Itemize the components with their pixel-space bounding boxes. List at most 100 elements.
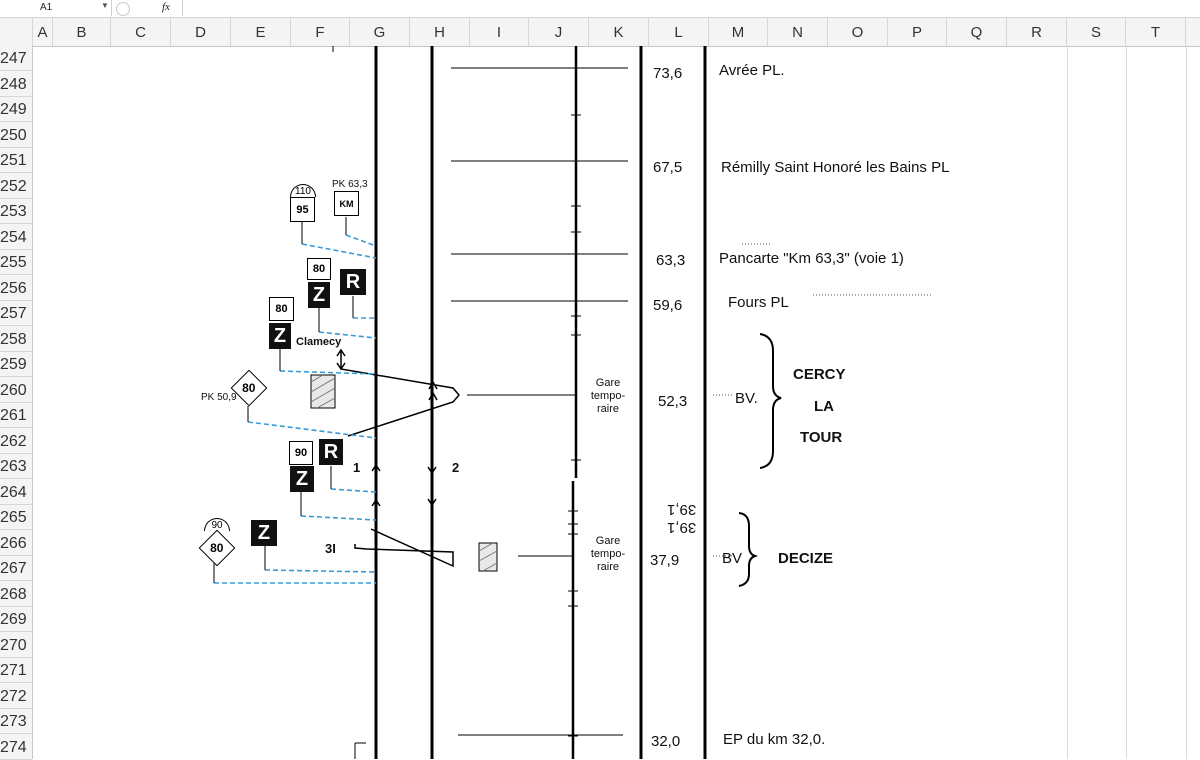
column-header[interactable]: S — [1067, 18, 1126, 46]
row-header[interactable]: 253 — [0, 199, 32, 224]
column-header[interactable]: B — [53, 18, 111, 46]
z-board-d-label: Z — [257, 521, 271, 544]
row-header[interactable]: 261 — [0, 403, 32, 428]
chevron-down-icon[interactable]: ▼ — [101, 1, 109, 10]
column-header[interactable]: E — [231, 18, 291, 46]
speed-diamond-80-b-label: 80 — [210, 540, 224, 555]
row-header[interactable]: 249 — [0, 97, 32, 122]
track-3i-label: 3I — [325, 541, 336, 556]
sheet-grid[interactable]: 110 95 PK 63,3 KM 80 Z R 80 Z Clamecy PK… — [33, 46, 1200, 759]
gare-line: Gare — [595, 377, 621, 389]
column-header[interactable]: P — [888, 18, 947, 46]
gare-line: Gare — [595, 535, 621, 547]
column-header[interactable]: G — [350, 18, 410, 46]
km-mark: 59,6 — [653, 297, 683, 314]
z-board-a: Z — [308, 282, 330, 308]
km-mark: 32,0 — [651, 733, 681, 750]
column-header[interactable]: Q — [947, 18, 1007, 46]
speed-board-80-a-label: 80 — [312, 263, 326, 275]
column-header-bar: A B C D E F G H I J K L M N O P Q R S T — [0, 18, 1200, 47]
row-header[interactable]: 252 — [0, 174, 32, 199]
km-mark: 67,5 — [653, 159, 683, 176]
column-header[interactable]: T — [1126, 18, 1186, 46]
z-board-c-label: Z — [295, 467, 309, 490]
row-header[interactable]: 273 — [0, 709, 32, 734]
row-header[interactable]: 270 — [0, 633, 32, 658]
z-board-d: Z — [251, 520, 277, 546]
z-board-b-label: Z — [273, 324, 287, 347]
row-header[interactable]: 256 — [0, 276, 32, 301]
speed-board-80-b-label: 80 — [275, 303, 288, 315]
bv-label: BV — [722, 550, 743, 567]
speed-diamond-80-label: 80 — [242, 380, 256, 395]
speed-board-80-b: 80 — [269, 297, 294, 321]
row-header[interactable]: 259 — [0, 352, 32, 377]
km-mark: 52,3 — [658, 393, 688, 410]
row-header-bar: 247 248 249 250 251 252 253 254 255 256 … — [0, 46, 33, 760]
row-header[interactable]: 258 — [0, 327, 32, 352]
column-header[interactable]: A — [33, 18, 53, 46]
speed-board-90: 90 — [289, 441, 313, 465]
formula-input[interactable] — [182, 0, 1200, 16]
row-header[interactable]: 254 — [0, 225, 32, 250]
gare-temporaire-2: Gare tempo- raire — [586, 535, 630, 574]
z-board-c: Z — [290, 466, 314, 492]
r-board-b: R — [319, 439, 343, 465]
row-header[interactable]: 264 — [0, 480, 32, 505]
description: Pancarte "Km 63,3" (voie 1) — [719, 250, 904, 267]
pk-63-3-label: PK 63,3 — [332, 179, 368, 190]
column-header[interactable]: O — [828, 18, 888, 46]
column-header[interactable]: D — [171, 18, 231, 46]
column-header[interactable]: K — [589, 18, 649, 46]
gare-line: tempo- — [590, 548, 626, 560]
column-header[interactable]: H — [410, 18, 470, 46]
row-header[interactable]: 263 — [0, 454, 32, 479]
column-header[interactable]: J — [529, 18, 589, 46]
insert-function-icon[interactable]: fx — [162, 1, 170, 13]
gare-temporaire-1: Gare tempo- raire — [586, 377, 630, 416]
km-mark: 73,6 — [653, 65, 683, 82]
speed-board-80-a: 80 — [307, 258, 331, 280]
row-header[interactable]: 268 — [0, 582, 32, 607]
row-header[interactable]: 271 — [0, 658, 32, 683]
row-header[interactable]: 251 — [0, 148, 32, 173]
track-2-label: 2 — [452, 460, 460, 475]
description: EP du km 32,0. — [723, 731, 826, 748]
z-board-b: Z — [269, 323, 291, 349]
bv-label: BV. — [735, 390, 758, 407]
row-header[interactable]: 257 — [0, 301, 32, 326]
z-board-a-label: Z — [312, 283, 326, 306]
description: Rémilly Saint Honoré les Bains PL — [721, 159, 950, 176]
row-header[interactable]: 262 — [0, 429, 32, 454]
row-header[interactable]: 269 — [0, 607, 32, 632]
row-header[interactable]: 247 — [0, 46, 32, 71]
column-header[interactable]: L — [649, 18, 709, 46]
name-box[interactable]: A1 ▼ — [0, 0, 112, 16]
row-header[interactable]: 265 — [0, 505, 32, 530]
row-header[interactable]: 266 — [0, 531, 32, 556]
column-header[interactable]: I — [470, 18, 529, 46]
pk-50-9-label: PK 50,9 — [201, 392, 237, 403]
description: Fours PL — [728, 294, 789, 311]
km-mark-mirrored: 39,1 — [667, 519, 697, 536]
column-header[interactable]: F — [291, 18, 350, 46]
row-header[interactable]: 274 — [0, 735, 32, 760]
description: Avrée PL. — [719, 62, 785, 79]
column-header[interactable]: C — [111, 18, 171, 46]
station-la: LA — [814, 398, 834, 415]
speed-board-90-label: 90 — [294, 447, 308, 459]
column-header[interactable]: R — [1007, 18, 1067, 46]
r-board-a-label: R — [345, 270, 361, 293]
station-tour: TOUR — [800, 429, 843, 446]
km-mark-mirrored: 39,1 — [667, 501, 697, 518]
column-header[interactable]: N — [768, 18, 828, 46]
row-header[interactable]: 272 — [0, 684, 32, 709]
column-header[interactable]: M — [709, 18, 768, 46]
row-header[interactable]: 260 — [0, 378, 32, 403]
row-header[interactable]: 267 — [0, 556, 32, 581]
row-header[interactable]: 250 — [0, 123, 32, 148]
select-all-corner[interactable] — [0, 18, 33, 46]
row-header[interactable]: 255 — [0, 250, 32, 275]
formula-options-icon[interactable] — [116, 2, 130, 16]
row-header[interactable]: 248 — [0, 72, 32, 97]
